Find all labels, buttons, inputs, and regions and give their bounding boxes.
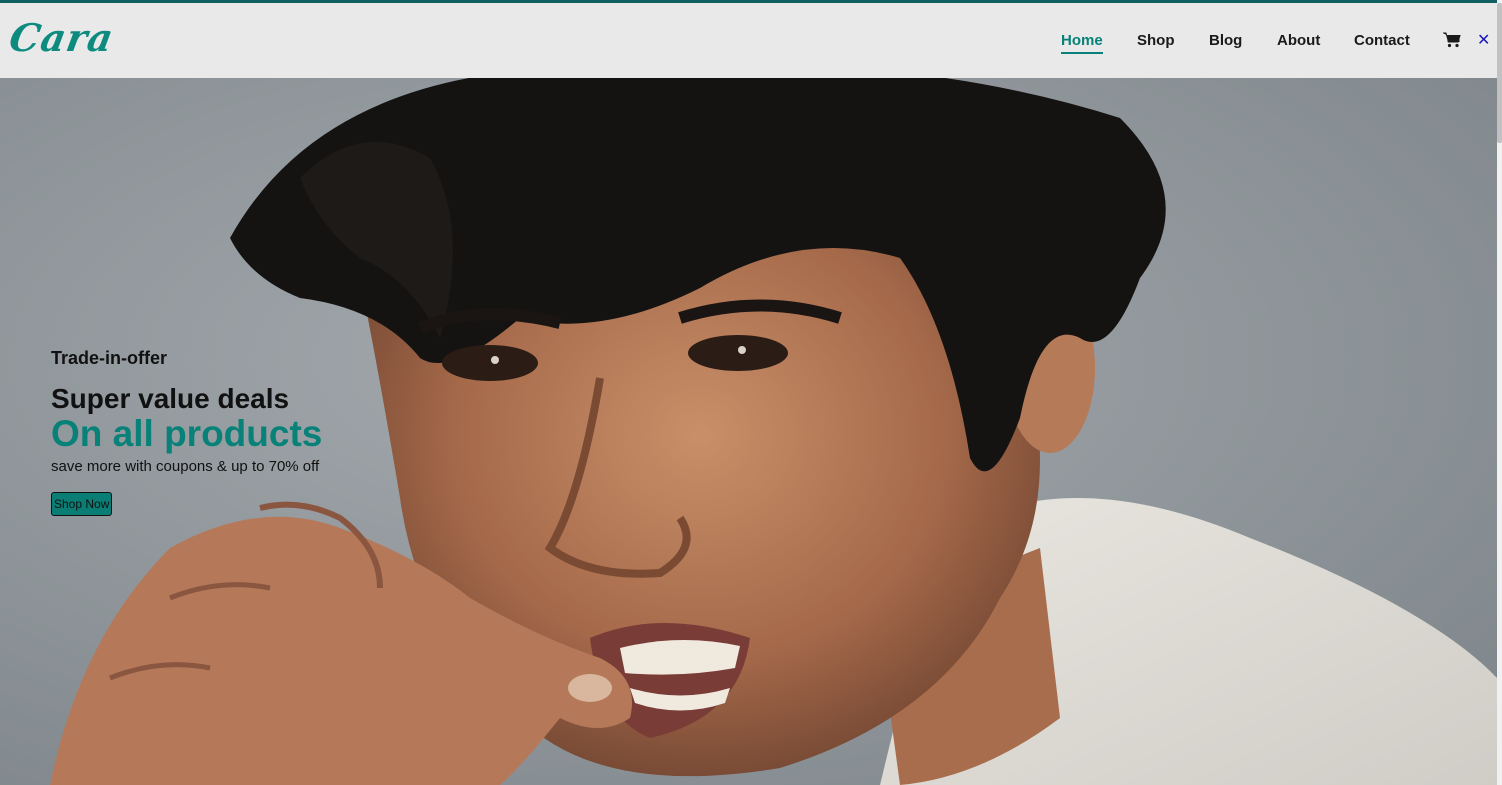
hero-eyebrow: Trade-in-offer [51,348,168,368]
brand-logo[interactable]: Cara [6,15,117,60]
hero-banner: Trade-in-offer Super value deals On all … [0,78,1497,785]
hero-subtext: save more with coupons & up to 70% off [51,458,320,475]
close-icon[interactable]: ✕ [1477,30,1490,50]
nav-link-home[interactable]: Home [1061,32,1103,54]
page-scrollbar-thumb[interactable] [1497,3,1502,143]
hero-highlight: On all products [51,413,323,454]
nav-link-shop[interactable]: Shop [1137,32,1175,49]
shop-now-button[interactable]: Shop Now [51,492,113,516]
site-header: Cara Home Shop Blog About Contact ✕ [0,3,1497,78]
hero-headline: Super value deals [51,383,290,414]
hero-text-block: Trade-in-offer Super value deals On all … [51,348,322,516]
nav-link-contact[interactable]: Contact [1354,32,1410,49]
nav-link-about[interactable]: About [1277,32,1320,49]
nav-link-blog[interactable]: Blog [1209,32,1242,49]
shopping-cart-icon[interactable] [1443,32,1461,48]
